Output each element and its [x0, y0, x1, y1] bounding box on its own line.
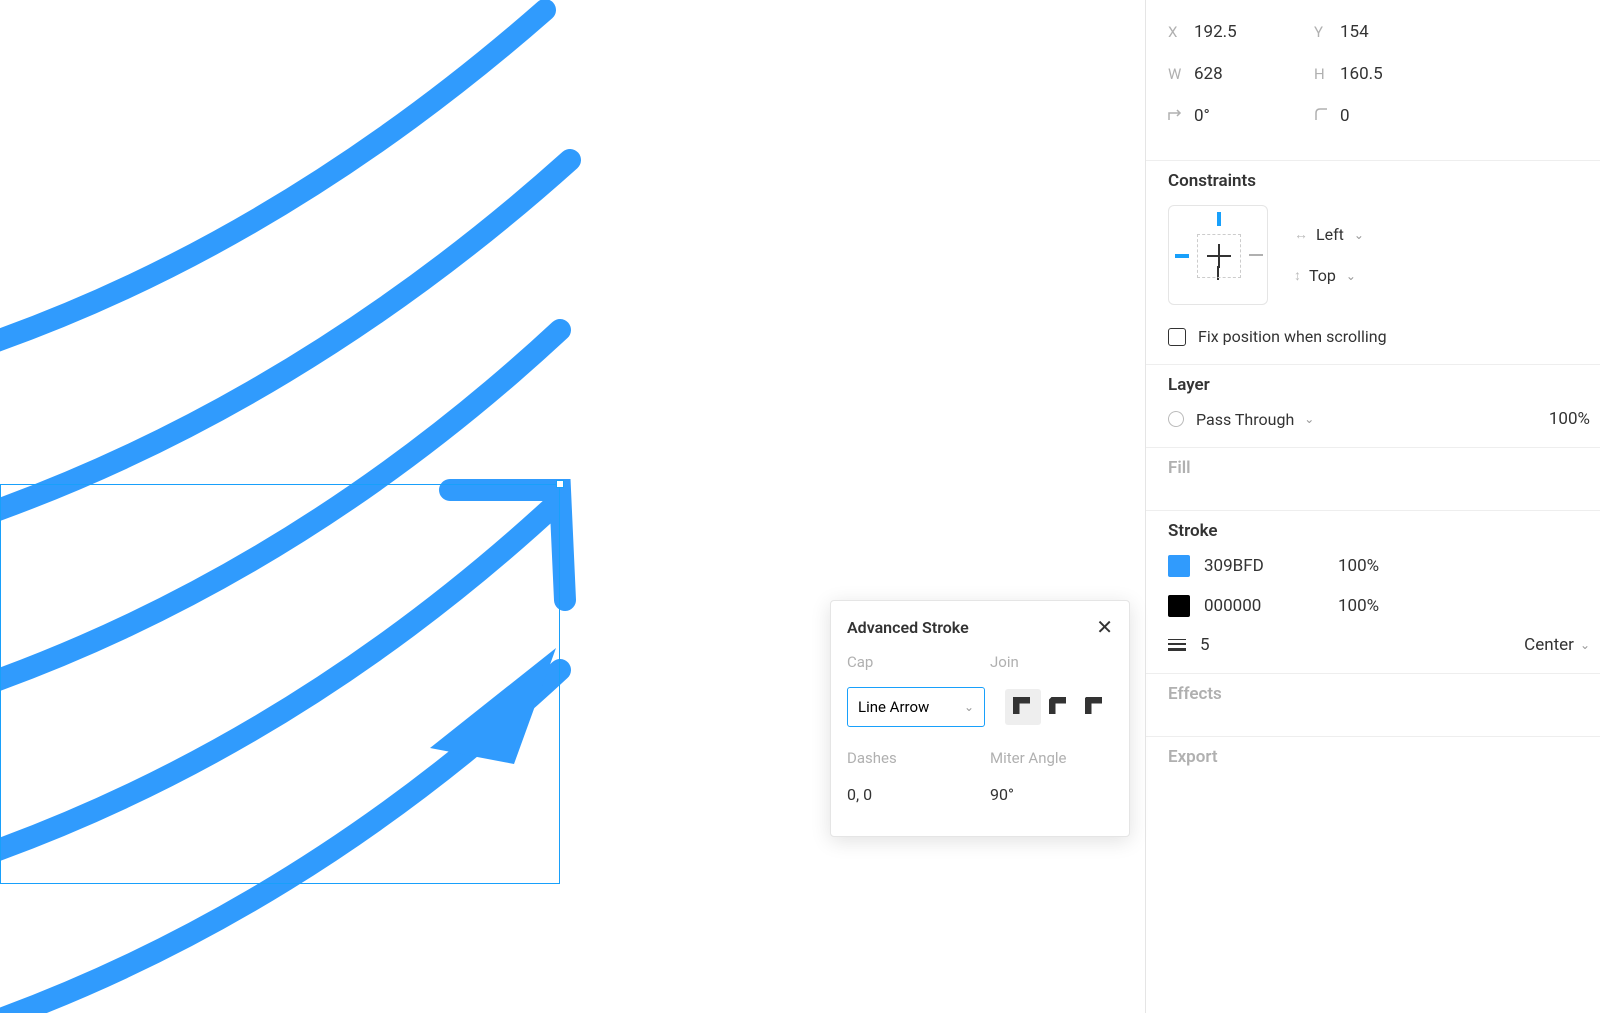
cap-label: Cap	[847, 653, 970, 671]
x-input[interactable]: 192.5	[1194, 22, 1314, 42]
stroke-hex[interactable]: 309BFD	[1204, 556, 1324, 576]
stroke-hex[interactable]: 000000	[1204, 596, 1324, 616]
w-label: W	[1168, 65, 1194, 83]
fix-position-label: Fix position when scrolling	[1198, 327, 1387, 346]
miter-input[interactable]: 90°	[990, 785, 1113, 804]
y-input[interactable]: 154	[1340, 22, 1460, 42]
stroke-align-select[interactable]: Center ⌄	[1524, 635, 1590, 655]
stroke-align-value: Center	[1524, 635, 1574, 655]
radius-input[interactable]: 0	[1340, 106, 1460, 126]
cap-select[interactable]: Line Arrow ⌄	[847, 687, 985, 727]
fill-title[interactable]: Fill	[1168, 458, 1600, 478]
constraint-v-value: Top	[1309, 266, 1336, 285]
fix-position-checkbox[interactable]: Fix position when scrolling	[1168, 327, 1600, 346]
constraints-widget[interactable]	[1168, 205, 1268, 305]
chevron-down-icon: ⌄	[1304, 412, 1314, 426]
constraints-title: Constraints	[1168, 171, 1600, 191]
cap-value: Line Arrow	[858, 698, 929, 716]
dashes-input[interactable]: 0, 0	[847, 785, 970, 804]
h-label: H	[1314, 65, 1340, 83]
transform-grid: X 192.5 Y 154 W 628 H 160.5 0° 0	[1168, 16, 1600, 136]
color-swatch[interactable]	[1168, 555, 1190, 577]
blend-mode-icon	[1166, 409, 1187, 430]
stroke-width-input[interactable]: 5	[1200, 635, 1210, 655]
constraint-horizontal-select[interactable]: ↔ Left ⌄	[1294, 225, 1364, 244]
miter-label: Miter Angle	[990, 749, 1113, 767]
constraint-vertical-select[interactable]: ↕ Top ⌄	[1294, 266, 1364, 285]
join-miter-button[interactable]	[1005, 689, 1041, 725]
stroke-title: Stroke	[1168, 521, 1600, 541]
export-title[interactable]: Export	[1168, 747, 1600, 767]
constraint-h-value: Left	[1316, 225, 1344, 244]
join-label: Join	[990, 653, 1113, 671]
radius-icon	[1314, 107, 1340, 125]
dashes-label: Dashes	[847, 749, 970, 767]
properties-panel: X 192.5 Y 154 W 628 H 160.5 0° 0 Constra…	[1145, 0, 1600, 1013]
layer-title: Layer	[1168, 375, 1600, 395]
horizontal-icon: ↔	[1294, 226, 1308, 243]
chevron-down-icon: ⌄	[1354, 228, 1364, 242]
rotation-input[interactable]: 0°	[1194, 106, 1314, 126]
canvas[interactable]	[0, 0, 1145, 1013]
selection-box	[0, 484, 560, 884]
rotation-icon	[1168, 107, 1194, 125]
close-icon[interactable]: ✕	[1096, 617, 1113, 637]
chevron-down-icon: ⌄	[1580, 638, 1590, 652]
w-input[interactable]: 628	[1194, 64, 1314, 84]
stroke-item-0[interactable]: 309BFD 100%	[1168, 555, 1600, 577]
checkbox-icon	[1168, 328, 1186, 346]
blend-mode-select[interactable]: Pass Through ⌄	[1196, 410, 1314, 429]
color-swatch[interactable]	[1168, 595, 1190, 617]
popup-title: Advanced Stroke	[847, 618, 969, 637]
effects-title[interactable]: Effects	[1168, 684, 1600, 704]
y-label: Y	[1314, 23, 1340, 41]
h-input[interactable]: 160.5	[1340, 64, 1460, 84]
x-label: X	[1168, 23, 1194, 41]
selection-handle[interactable]	[556, 480, 564, 488]
stroke-opacity[interactable]: 100%	[1338, 556, 1379, 576]
stroke-opacity[interactable]: 100%	[1338, 596, 1379, 616]
stroke-item-1[interactable]: 000000 100%	[1168, 595, 1600, 617]
chevron-down-icon: ⌄	[1346, 269, 1356, 283]
chevron-down-icon: ⌄	[964, 700, 974, 714]
panel-scrollbar[interactable]	[1145, 0, 1146, 520]
vertical-icon: ↕	[1294, 267, 1301, 284]
layer-opacity-input[interactable]: 100%	[1549, 409, 1590, 429]
blend-mode-value: Pass Through	[1196, 410, 1294, 429]
stroke-weight-icon	[1168, 639, 1186, 651]
join-round-button[interactable]	[1077, 689, 1113, 725]
advanced-stroke-popup: Advanced Stroke ✕ Cap Join Line Arrow ⌄	[830, 600, 1130, 837]
join-bevel-button[interactable]	[1041, 689, 1077, 725]
